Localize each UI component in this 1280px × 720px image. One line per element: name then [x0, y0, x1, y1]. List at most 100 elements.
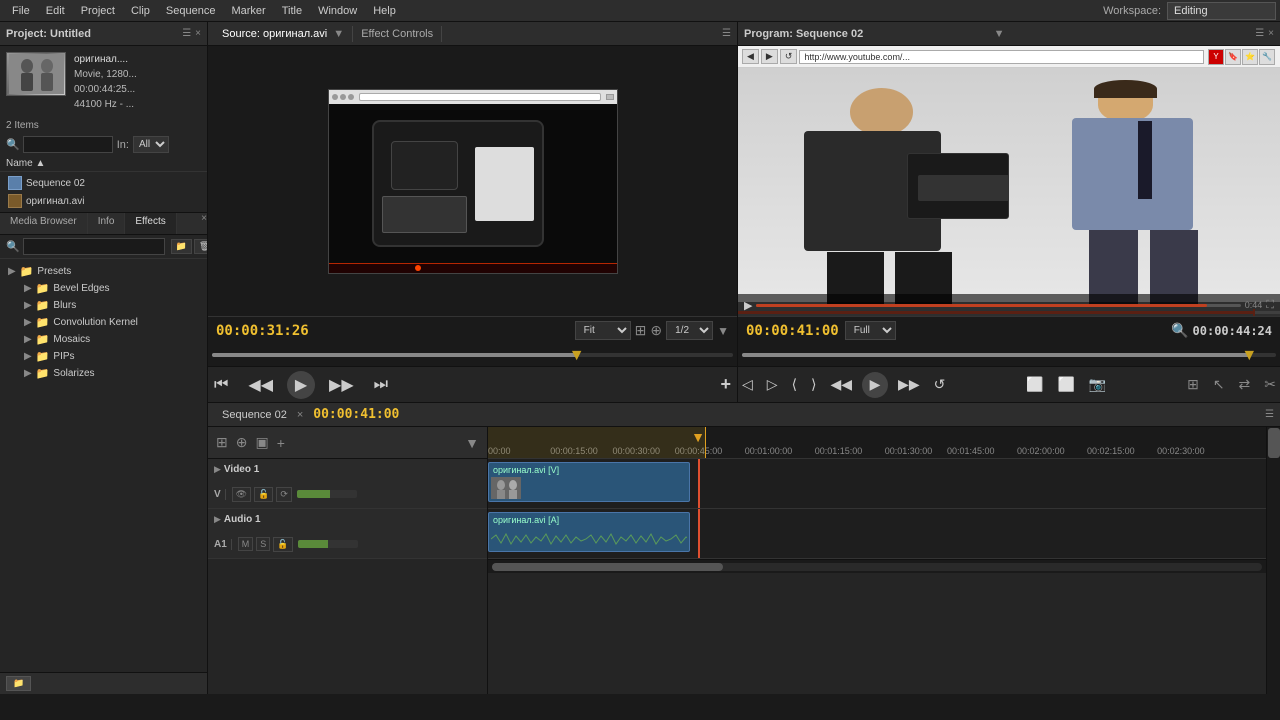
video-track-lock-btn[interactable]: 🔓 — [254, 487, 273, 502]
timeline-scroll-track[interactable] — [492, 563, 1262, 571]
video-track-sync-btn[interactable]: ⟳ — [276, 487, 292, 502]
tree-convolution[interactable]: ▶ 📁 Convolution Kernel — [0, 314, 207, 331]
tl-settings-btn[interactable]: ▼ — [463, 433, 481, 453]
project-panel-menu-icon[interactable]: ☰ — [182, 28, 191, 39]
timeline-scrollbar[interactable] — [488, 559, 1266, 573]
source-fit-select[interactable]: Fit 25% 50% 100% — [575, 321, 631, 340]
browser-icon-4[interactable]: 🔧 — [1259, 49, 1275, 65]
workspace-select[interactable]: Editing Effects Audio Color Correction — [1167, 2, 1276, 20]
tree-mosaics[interactable]: ▶ 📁 Mosaics — [0, 331, 207, 348]
browser-icon-3[interactable]: ⭐ — [1242, 49, 1258, 65]
timeline-timecode-display[interactable]: 00:00:41:00 — [313, 407, 399, 422]
audio-track-solo-btn[interactable]: S — [256, 537, 270, 551]
menu-window[interactable]: Window — [310, 3, 365, 19]
audio-track-toggle-icon[interactable]: ▶ — [214, 514, 221, 525]
browser-forward-btn[interactable]: ▶ — [761, 49, 778, 64]
audio-clip[interactable]: оригинал.avi [A] — [488, 512, 690, 552]
browser-address-input[interactable] — [799, 50, 1204, 64]
audio-track-mute-btn[interactable]: M — [238, 537, 254, 551]
source-ratio-select[interactable]: 1/2 Full 1/4 — [666, 321, 713, 340]
tree-bevel[interactable]: ▶ 📁 Bevel Edges — [0, 280, 207, 297]
tl-snap-btn[interactable]: ⊞ — [214, 432, 230, 453]
source-forward-btn[interactable]: ▶▶ — [323, 373, 360, 397]
source-crosshair-icon[interactable]: ⊕ — [650, 322, 662, 339]
source-timecode-display[interactable]: 00:00:31:26 — [216, 323, 309, 339]
menu-file[interactable]: File — [4, 3, 38, 19]
source-grid-icon[interactable]: ⊞ — [635, 322, 647, 339]
source-play-btn[interactable]: ▶ — [287, 371, 315, 399]
program-panel-close-icon[interactable]: × — [1268, 28, 1274, 39]
menu-help[interactable]: Help — [365, 3, 404, 19]
source-progress-track[interactable]: ▼ — [212, 353, 733, 357]
source-progress-bar[interactable]: ▼ — [208, 344, 737, 366]
project-item-sequence[interactable]: Sequence 02 — [0, 174, 207, 192]
tl-zoom-in-btn[interactable]: + — [275, 433, 287, 453]
source-add-btn[interactable]: + — [714, 372, 737, 397]
prog-play-btn[interactable]: ▶ — [862, 372, 888, 398]
menu-clip[interactable]: Clip — [123, 3, 158, 19]
menu-sequence[interactable]: Sequence — [158, 3, 224, 19]
tree-blurs[interactable]: ▶ 📁 Blurs — [0, 297, 207, 314]
effects-search-input[interactable] — [23, 238, 165, 255]
program-fit-select[interactable]: Full Fit 50% — [845, 321, 896, 340]
effects-new-bin-btn[interactable]: 📁 — [171, 239, 192, 254]
menu-marker[interactable]: Marker — [223, 3, 273, 19]
tab-effects[interactable]: Effects — [125, 213, 176, 234]
audio-track-lock-btn[interactable]: 🔓 — [273, 537, 292, 552]
timeline-panel-menu-icon[interactable]: ☰ — [1265, 409, 1274, 420]
prog-mark-in-btn[interactable]: ◁ — [738, 374, 757, 395]
prog-overwrite-btn[interactable]: ⬜ — [1053, 374, 1078, 395]
menu-title[interactable]: Title — [274, 3, 310, 19]
effects-delete-btn[interactable]: 🗑 — [194, 239, 207, 254]
prog-tools-btn[interactable]: ⊞ — [1183, 374, 1203, 395]
project-panel-close-icon[interactable]: × — [195, 28, 201, 39]
source-panel-menu-icon[interactable]: ☰ — [722, 28, 731, 39]
tree-presets[interactable]: ▶ 📁 Presets — [0, 263, 207, 280]
tree-pips[interactable]: ▶ 📁 PIPs — [0, 348, 207, 365]
browser-back-btn[interactable]: ◀ — [742, 49, 759, 64]
video-track-toggle-icon[interactable]: ▶ — [214, 464, 221, 475]
source-prev-btn[interactable]: ⏮ — [208, 374, 234, 396]
prog-video-fullscreen-btn[interactable]: ⛶ — [1266, 299, 1274, 312]
source-rewind-btn[interactable]: ◀◀ — [242, 373, 279, 397]
prog-forward-btn[interactable]: ▶▶ — [894, 374, 924, 395]
tl-add-track-btn[interactable]: ⊕ — [234, 432, 250, 453]
program-magnify-icon[interactable]: 🔍 — [1171, 322, 1188, 339]
video-clip[interactable]: оригинал.avi [V] — [488, 462, 690, 502]
project-search-input[interactable] — [23, 136, 113, 153]
tab-media-browser[interactable]: Media Browser — [0, 213, 88, 234]
prog-rewind-btn[interactable]: ◀◀ — [827, 374, 857, 395]
source-next-btn[interactable]: ⏭ — [368, 374, 394, 396]
prog-insert-btn[interactable]: ⬜ — [1022, 374, 1047, 395]
tl-marker-btn[interactable]: ▣ — [253, 432, 270, 453]
prog-camera-btn[interactable]: 📷 — [1085, 374, 1110, 395]
menu-edit[interactable]: Edit — [38, 3, 73, 19]
source-tab-effect-controls[interactable]: Effect Controls — [353, 26, 442, 42]
effects-bottom-btn[interactable]: 📁 — [6, 676, 31, 691]
source-settings-icon[interactable]: ▼ — [717, 324, 729, 338]
prog-go-out-btn[interactable]: ⟩ — [807, 374, 820, 395]
timeline-vscroll-thumb[interactable] — [1268, 428, 1280, 458]
program-timecode-display[interactable]: 00:00:41:00 — [746, 323, 839, 339]
browser-icon-2[interactable]: 🔖 — [1225, 49, 1241, 65]
prog-mark-out-btn[interactable]: ▷ — [763, 374, 782, 395]
prog-go-in-btn[interactable]: ⟨ — [788, 374, 801, 395]
in-select[interactable]: All — [133, 136, 169, 153]
tab-info[interactable]: Info — [88, 213, 126, 234]
menu-project[interactable]: Project — [73, 3, 123, 19]
source-tab-source[interactable]: Source: оригинал.avi ▼ — [214, 26, 353, 42]
browser-refresh-btn[interactable]: ↺ — [780, 49, 798, 64]
timeline-tab[interactable]: Sequence 02 — [214, 407, 295, 423]
program-progress-track[interactable]: ▼ — [742, 353, 1276, 357]
timeline-close-icon[interactable]: × — [297, 409, 303, 421]
program-progress-bar[interactable]: ▼ — [738, 344, 1280, 366]
prog-video-play-btn[interactable]: ▶ — [744, 299, 752, 312]
tree-solarizes[interactable]: ▶ 📁 Solarizes — [0, 365, 207, 382]
project-item-avi[interactable]: оригинал.avi — [0, 192, 207, 210]
prog-ripple-btn[interactable]: ⇄ — [1235, 374, 1255, 395]
prog-loop-btn[interactable]: ↺ — [930, 374, 950, 395]
source-dropdown-icon[interactable]: ▼ — [333, 28, 344, 40]
timeline-scroll-thumb[interactable] — [492, 563, 723, 571]
prog-arrow-tool-btn[interactable]: ↖ — [1209, 374, 1229, 395]
browser-icon-1[interactable]: Y — [1208, 49, 1224, 65]
